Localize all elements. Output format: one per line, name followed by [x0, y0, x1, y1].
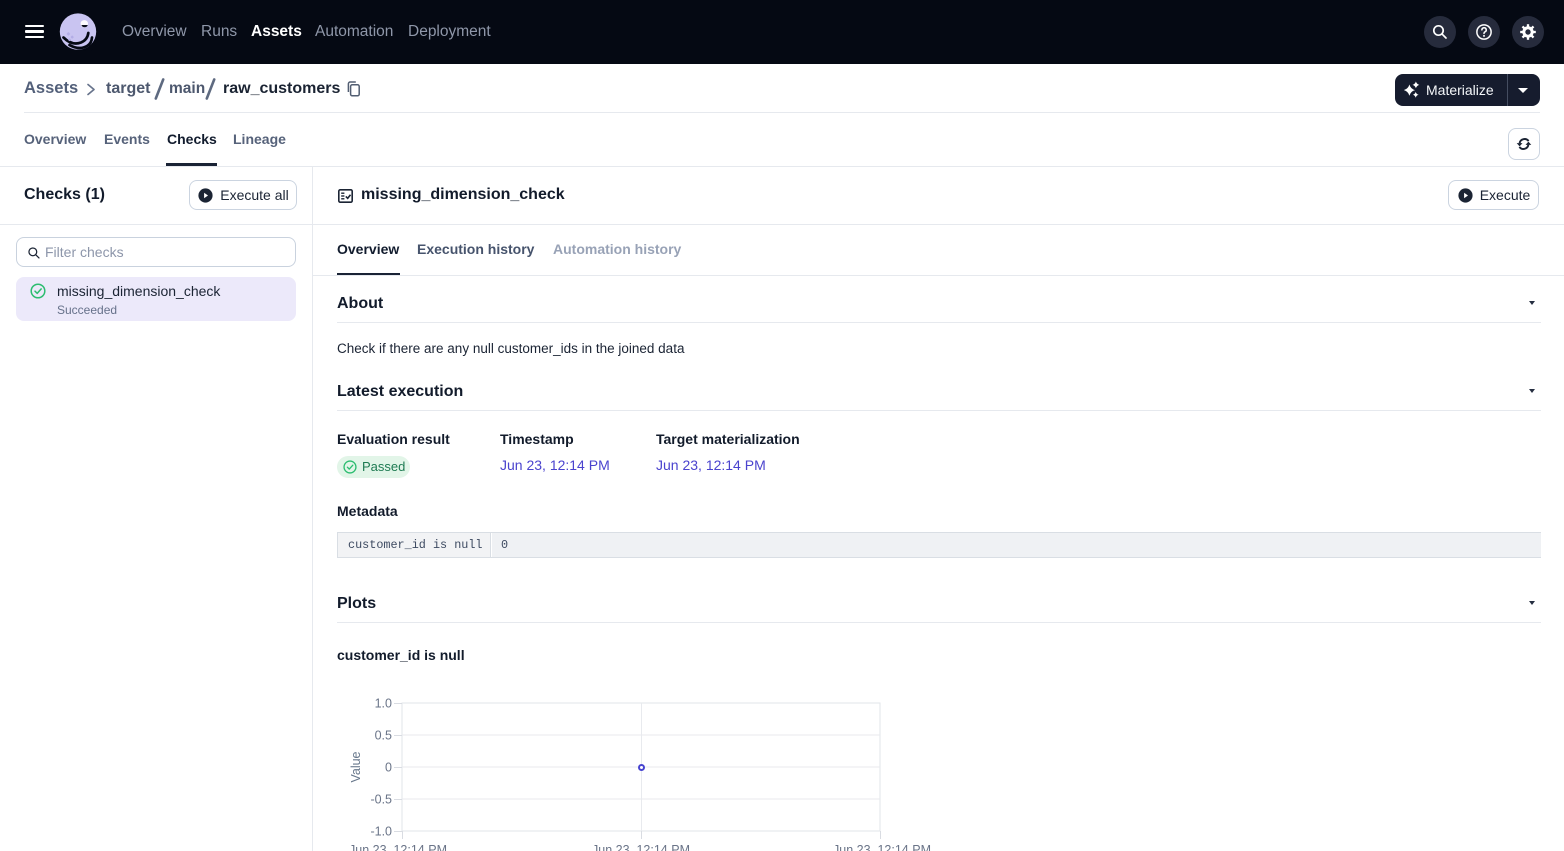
svg-text:Jun 23, 12:14 PM: Jun 23, 12:14 PM: [592, 843, 690, 851]
svg-text:1.0: 1.0: [375, 697, 392, 711]
svg-text:Jun 23, 12:14 PM: Jun 23, 12:14 PM: [349, 843, 447, 851]
svg-text:0: 0: [385, 761, 392, 775]
svg-text:-0.5: -0.5: [370, 793, 392, 807]
svg-text:0.5: 0.5: [375, 729, 392, 743]
svg-text:Value: Value: [349, 751, 363, 782]
svg-text:Jun 23, 12:14 PM: Jun 23, 12:14 PM: [833, 843, 931, 851]
svg-text:-1.0: -1.0: [370, 825, 392, 839]
